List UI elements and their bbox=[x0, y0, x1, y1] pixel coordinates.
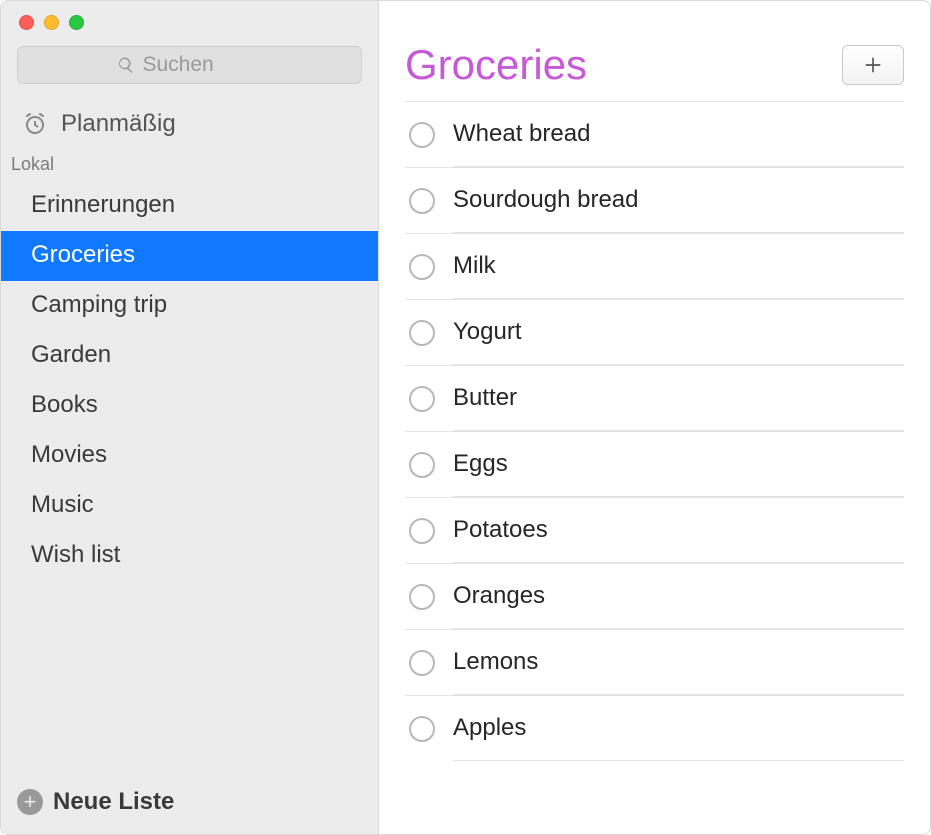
reminder-label-wrap: Apples bbox=[453, 696, 904, 761]
reminder-label-wrap: Wheat bread bbox=[453, 102, 904, 167]
sidebar-list-label: Music bbox=[31, 491, 94, 518]
reminder-label: Oranges bbox=[453, 582, 545, 610]
reminder-row[interactable]: Apples bbox=[405, 695, 904, 761]
reminder-checkbox[interactable] bbox=[409, 452, 435, 478]
reminder-label-wrap: Lemons bbox=[453, 630, 904, 695]
minimize-window-button[interactable] bbox=[44, 15, 59, 30]
plus-icon bbox=[863, 55, 883, 75]
reminder-row[interactable]: Milk bbox=[405, 233, 904, 299]
list-title: Groceries bbox=[405, 41, 587, 89]
sidebar-list-item[interactable]: Books bbox=[1, 381, 378, 431]
reminder-row[interactable]: Butter bbox=[405, 365, 904, 431]
reminder-row[interactable]: Eggs bbox=[405, 431, 904, 497]
main-pane: Groceries Wheat bread Sourdough bread Milk… bbox=[379, 1, 930, 834]
reminder-row[interactable]: Lemons bbox=[405, 629, 904, 695]
sidebar-lists: Erinnerungen Groceries Camping trip Garden B… bbox=[1, 181, 378, 774]
reminder-label: Apples bbox=[453, 714, 526, 742]
zoom-window-button[interactable] bbox=[69, 15, 84, 30]
reminder-label: Butter bbox=[453, 384, 517, 412]
reminder-label-wrap: Oranges bbox=[453, 564, 904, 629]
sidebar-list-label: Camping trip bbox=[31, 291, 167, 318]
sidebar-list-item[interactable]: Camping trip bbox=[1, 281, 378, 331]
reminder-label-wrap: Yogurt bbox=[453, 300, 904, 365]
reminder-label: Wheat bread bbox=[453, 120, 590, 148]
window-controls bbox=[1, 1, 378, 40]
search-input[interactable] bbox=[143, 53, 263, 77]
add-reminder-button[interactable] bbox=[842, 45, 904, 85]
sidebar-list-item[interactable]: Movies bbox=[1, 431, 378, 481]
reminder-checkbox[interactable] bbox=[409, 386, 435, 412]
plus-circle-icon: + bbox=[17, 789, 43, 815]
search-icon bbox=[117, 56, 135, 74]
reminder-label: Eggs bbox=[453, 450, 508, 478]
main-header: Groceries bbox=[405, 41, 904, 101]
reminder-checkbox[interactable] bbox=[409, 584, 435, 610]
scheduled-label: Planmäßig bbox=[61, 110, 176, 138]
add-list-label: Neue Liste bbox=[53, 788, 174, 816]
reminder-label-wrap: Sourdough bread bbox=[453, 168, 904, 233]
reminder-checkbox[interactable] bbox=[409, 320, 435, 346]
reminder-label-wrap: Milk bbox=[453, 234, 904, 299]
sidebar-list-label: Books bbox=[31, 391, 98, 418]
reminder-row[interactable]: Wheat bread bbox=[405, 101, 904, 167]
reminder-label-wrap: Eggs bbox=[453, 432, 904, 497]
reminder-label: Milk bbox=[453, 252, 496, 280]
search-field[interactable] bbox=[17, 46, 362, 84]
reminder-row[interactable]: Yogurt bbox=[405, 299, 904, 365]
reminders-window: Planmäßig Lokal Erinnerungen Groceries Cam… bbox=[1, 1, 930, 834]
reminder-checkbox[interactable] bbox=[409, 122, 435, 148]
sidebar-section-label: Lokal bbox=[1, 152, 378, 181]
reminder-label-wrap: Potatoes bbox=[453, 498, 904, 563]
sidebar-list-label: Wish list bbox=[31, 541, 120, 568]
reminder-checkbox[interactable] bbox=[409, 650, 435, 676]
reminder-row[interactable]: Oranges bbox=[405, 563, 904, 629]
reminder-checkbox[interactable] bbox=[409, 518, 435, 544]
reminder-row[interactable]: Potatoes bbox=[405, 497, 904, 563]
add-list-button[interactable]: + Neue Liste bbox=[1, 774, 378, 834]
sidebar-list-item[interactable]: Wish list bbox=[1, 531, 378, 581]
sidebar-list-item[interactable]: Music bbox=[1, 481, 378, 531]
reminder-checkbox[interactable] bbox=[409, 716, 435, 742]
close-window-button[interactable] bbox=[19, 15, 34, 30]
sidebar-list-label: Garden bbox=[31, 341, 111, 368]
sidebar-list-item[interactable]: Garden bbox=[1, 331, 378, 381]
reminder-checkbox[interactable] bbox=[409, 188, 435, 214]
reminders-list: Wheat bread Sourdough bread Milk Yogurt Butt… bbox=[405, 101, 904, 761]
reminder-label: Sourdough bread bbox=[453, 186, 638, 214]
reminder-label: Lemons bbox=[453, 648, 538, 676]
sidebar-list-label: Groceries bbox=[31, 241, 135, 268]
reminder-checkbox[interactable] bbox=[409, 254, 435, 280]
sidebar-list-item[interactable]: Groceries bbox=[1, 231, 378, 281]
sidebar-list-label: Movies bbox=[31, 441, 107, 468]
sidebar-list-label: Erinnerungen bbox=[31, 191, 175, 218]
clock-icon bbox=[23, 112, 47, 136]
scheduled-row[interactable]: Planmäßig bbox=[1, 98, 378, 152]
sidebar-list-item[interactable]: Erinnerungen bbox=[1, 181, 378, 231]
reminder-label: Yogurt bbox=[453, 318, 522, 346]
reminder-row[interactable]: Sourdough bread bbox=[405, 167, 904, 233]
reminder-label-wrap: Butter bbox=[453, 366, 904, 431]
sidebar: Planmäßig Lokal Erinnerungen Groceries Cam… bbox=[1, 1, 379, 834]
reminder-label: Potatoes bbox=[453, 516, 548, 544]
